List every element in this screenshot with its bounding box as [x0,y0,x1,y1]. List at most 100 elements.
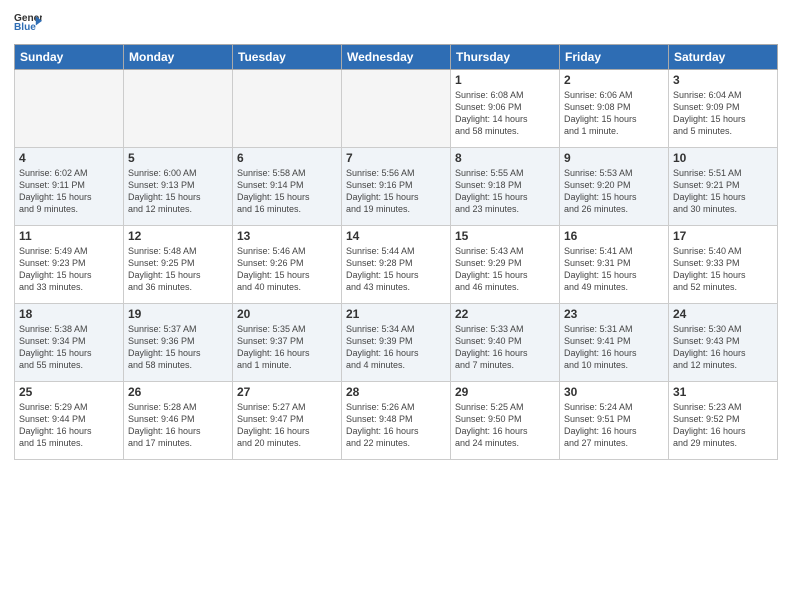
calendar-cell: 2 Sunrise: 6:06 AMSunset: 9:08 PMDaylight… [560,70,669,148]
calendar-cell: 10 Sunrise: 5:51 AMSunset: 9:21 PMDayligh… [669,148,778,226]
calendar-cell [124,70,233,148]
day-info: Sunrise: 5:28 AMSunset: 9:46 PMDaylight:… [128,401,228,450]
day-info: Sunrise: 5:58 AMSunset: 9:14 PMDaylight:… [237,167,337,216]
day-number: 3 [673,73,773,87]
day-number: 21 [346,307,446,321]
day-info: Sunrise: 5:30 AMSunset: 9:43 PMDaylight:… [673,323,773,372]
calendar-cell: 21 Sunrise: 5:34 AMSunset: 9:39 PMDayligh… [342,304,451,382]
day-info: Sunrise: 6:02 AMSunset: 9:11 PMDaylight:… [19,167,119,216]
calendar-cell: 4 Sunrise: 6:02 AMSunset: 9:11 PMDaylight… [15,148,124,226]
day-number: 11 [19,229,119,243]
day-number: 6 [237,151,337,165]
weekday-header-friday: Friday [560,45,669,70]
calendar-cell: 18 Sunrise: 5:38 AMSunset: 9:34 PMDayligh… [15,304,124,382]
weekday-header-tuesday: Tuesday [233,45,342,70]
calendar-cell: 26 Sunrise: 5:28 AMSunset: 9:46 PMDayligh… [124,382,233,460]
day-info: Sunrise: 5:48 AMSunset: 9:25 PMDaylight:… [128,245,228,294]
day-info: Sunrise: 5:34 AMSunset: 9:39 PMDaylight:… [346,323,446,372]
day-number: 19 [128,307,228,321]
day-info: Sunrise: 5:35 AMSunset: 9:37 PMDaylight:… [237,323,337,372]
page: General Blue SundayMondayTuesdayWednesda… [0,0,792,612]
day-number: 24 [673,307,773,321]
calendar-cell: 28Sunrise: 5:26 AMSunset: 9:48 PMDayligh… [342,382,451,460]
day-number: 4 [19,151,119,165]
day-info: Sunrise: 5:41 AMSunset: 9:31 PMDaylight:… [564,245,664,294]
day-number: 20 [237,307,337,321]
day-number: 10 [673,151,773,165]
day-info: Sunrise: 5:56 AMSunset: 9:16 PMDaylight:… [346,167,446,216]
weekday-header-thursday: Thursday [451,45,560,70]
calendar-cell: 6 Sunrise: 5:58 AMSunset: 9:14 PMDaylight… [233,148,342,226]
day-info: Sunrise: 5:33 AMSunset: 9:40 PMDaylight:… [455,323,555,372]
calendar-table: SundayMondayTuesdayWednesdayThursdayFrid… [14,44,778,460]
calendar-cell: 13Sunrise: 5:46 AMSunset: 9:26 PMDayligh… [233,226,342,304]
svg-text:Blue: Blue [14,22,36,33]
weekday-header-wednesday: Wednesday [342,45,451,70]
day-number: 17 [673,229,773,243]
calendar-cell: 15 Sunrise: 5:43 AMSunset: 9:29 PMDayligh… [451,226,560,304]
day-number: 1 [455,73,555,87]
day-info: Sunrise: 5:31 AMSunset: 9:41 PMDaylight:… [564,323,664,372]
calendar-cell: 19 Sunrise: 5:37 AMSunset: 9:36 PMDayligh… [124,304,233,382]
calendar-cell: 27 Sunrise: 5:27 AMSunset: 9:47 PMDayligh… [233,382,342,460]
day-number: 30 [564,385,664,399]
day-info: Sunrise: 5:27 AMSunset: 9:47 PMDaylight:… [237,401,337,450]
day-info: Sunrise: 5:49 AMSunset: 9:23 PMDaylight:… [19,245,119,294]
day-number: 15 [455,229,555,243]
calendar-cell: 31Sunrise: 5:23 AMSunset: 9:52 PMDayligh… [669,382,778,460]
calendar-row-1: 4 Sunrise: 6:02 AMSunset: 9:11 PMDaylight… [15,148,778,226]
day-number: 14 [346,229,446,243]
day-number: 28 [346,385,446,399]
day-info: Sunrise: 5:53 AMSunset: 9:20 PMDaylight:… [564,167,664,216]
day-info: Sunrise: 5:25 AMSunset: 9:50 PMDaylight:… [455,401,555,450]
day-info: Sunrise: 5:55 AMSunset: 9:18 PMDaylight:… [455,167,555,216]
day-info: Sunrise: 5:44 AMSunset: 9:28 PMDaylight:… [346,245,446,294]
calendar-row-4: 25Sunrise: 5:29 AMSunset: 9:44 PMDayligh… [15,382,778,460]
day-info: Sunrise: 6:06 AMSunset: 9:08 PMDaylight:… [564,89,664,138]
day-info: Sunrise: 5:51 AMSunset: 9:21 PMDaylight:… [673,167,773,216]
day-number: 18 [19,307,119,321]
day-info: Sunrise: 5:43 AMSunset: 9:29 PMDaylight:… [455,245,555,294]
day-number: 12 [128,229,228,243]
calendar-cell: 30Sunrise: 5:24 AMSunset: 9:51 PMDayligh… [560,382,669,460]
calendar-cell: 16 Sunrise: 5:41 AMSunset: 9:31 PMDayligh… [560,226,669,304]
calendar-cell: 8Sunrise: 5:55 AMSunset: 9:18 PMDaylight… [451,148,560,226]
day-number: 23 [564,307,664,321]
day-number: 5 [128,151,228,165]
weekday-header-sunday: Sunday [15,45,124,70]
day-number: 22 [455,307,555,321]
day-info: Sunrise: 6:08 AMSunset: 9:06 PMDaylight:… [455,89,555,138]
day-number: 13 [237,229,337,243]
day-number: 16 [564,229,664,243]
weekday-header-monday: Monday [124,45,233,70]
day-info: Sunrise: 5:37 AMSunset: 9:36 PMDaylight:… [128,323,228,372]
day-number: 2 [564,73,664,87]
day-number: 26 [128,385,228,399]
day-number: 27 [237,385,337,399]
generalblue-icon: General Blue [14,10,42,38]
day-number: 7 [346,151,446,165]
calendar-cell [342,70,451,148]
calendar-cell: 22 Sunrise: 5:33 AMSunset: 9:40 PMDayligh… [451,304,560,382]
day-info: Sunrise: 5:40 AMSunset: 9:33 PMDaylight:… [673,245,773,294]
calendar-cell: 29Sunrise: 5:25 AMSunset: 9:50 PMDayligh… [451,382,560,460]
calendar-cell [233,70,342,148]
calendar-cell: 5 Sunrise: 6:00 AMSunset: 9:13 PMDaylight… [124,148,233,226]
calendar-cell: 9 Sunrise: 5:53 AMSunset: 9:20 PMDaylight… [560,148,669,226]
calendar-row-2: 11 Sunrise: 5:49 AMSunset: 9:23 PMDayligh… [15,226,778,304]
calendar-cell: 24 Sunrise: 5:30 AMSunset: 9:43 PMDayligh… [669,304,778,382]
logo: General Blue [14,10,42,38]
header: General Blue [14,10,778,38]
calendar-cell: 23 Sunrise: 5:31 AMSunset: 9:41 PMDayligh… [560,304,669,382]
calendar-cell: 3Sunrise: 6:04 AMSunset: 9:09 PMDaylight… [669,70,778,148]
day-number: 9 [564,151,664,165]
calendar-cell: 25Sunrise: 5:29 AMSunset: 9:44 PMDayligh… [15,382,124,460]
calendar-row-3: 18 Sunrise: 5:38 AMSunset: 9:34 PMDayligh… [15,304,778,382]
calendar-cell: 1 Sunrise: 6:08 AMSunset: 9:06 PMDaylight… [451,70,560,148]
day-info: Sunrise: 5:38 AMSunset: 9:34 PMDaylight:… [19,323,119,372]
day-number: 25 [19,385,119,399]
calendar-cell: 11 Sunrise: 5:49 AMSunset: 9:23 PMDayligh… [15,226,124,304]
day-info: Sunrise: 6:00 AMSunset: 9:13 PMDaylight:… [128,167,228,216]
calendar-cell: 7 Sunrise: 5:56 AMSunset: 9:16 PMDaylight… [342,148,451,226]
calendar-cell: 20 Sunrise: 5:35 AMSunset: 9:37 PMDayligh… [233,304,342,382]
